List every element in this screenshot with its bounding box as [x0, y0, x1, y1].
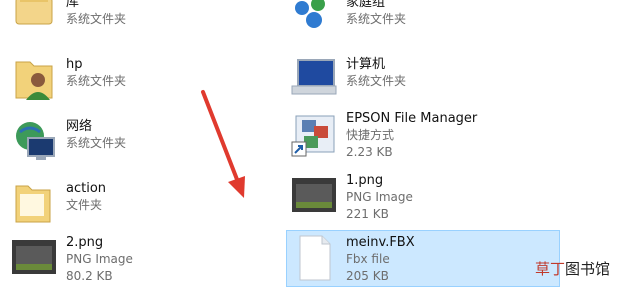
watermark: 草丁图书馆 [535, 258, 610, 279]
watermark-part1: 草丁 [534, 260, 565, 278]
watermark-part2: 图书馆 [564, 260, 610, 278]
annotation-arrow-icon [201, 90, 245, 198]
